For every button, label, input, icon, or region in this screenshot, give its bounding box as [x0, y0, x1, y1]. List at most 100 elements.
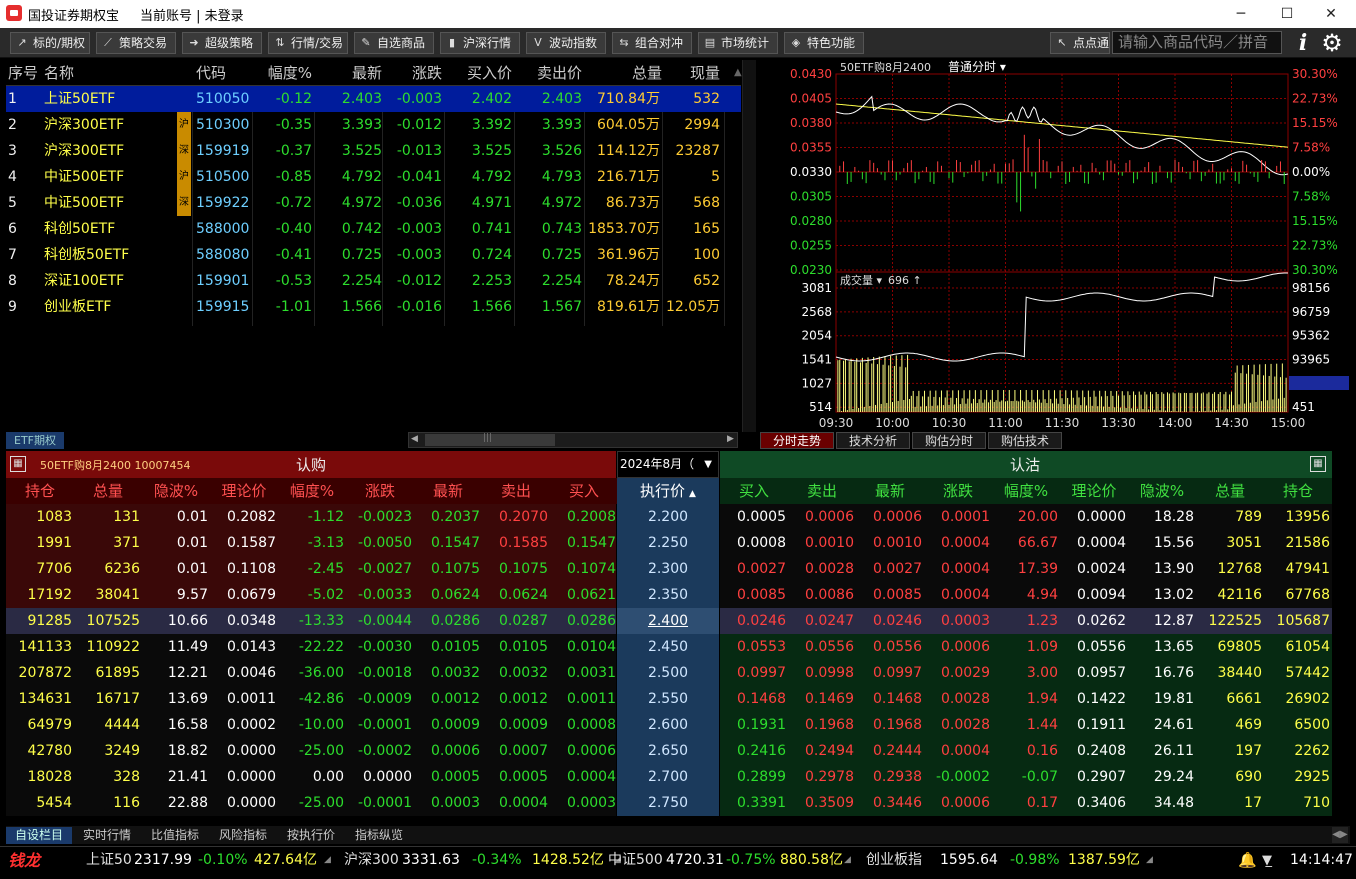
call-col-header[interactable]: 最新 — [414, 478, 482, 504]
put-col-header[interactable]: 总量 — [1196, 478, 1264, 504]
put-row[interactable]: 0.3391 0.3509 0.3446 0.0006 0.17 0.3406 34.48 1… — [720, 790, 1332, 816]
call-col-header[interactable]: 卖出 — [482, 478, 550, 504]
strike-cell[interactable]: 2.750 — [617, 790, 719, 816]
tab-by-strike[interactable]: 按执行价 — [278, 827, 344, 844]
call-col-header[interactable]: 持仓 — [6, 478, 74, 504]
toolbar-strategy-trade-button[interactable]: ⟋ 策略交易 — [96, 32, 176, 54]
call-row[interactable]: 5454 116 22.88 0.0000 -25.00 -0.0001 0.0003 0.0… — [6, 790, 616, 816]
etf-table-row[interactable]: 3 沪深300ETF 159919 -0.37 3.525 -0.013 3.525 3.52… — [6, 138, 741, 164]
col-code[interactable]: 代码 — [196, 60, 240, 86]
strike-cell[interactable]: 2.450 — [617, 634, 719, 660]
put-col-header[interactable]: 理论价 — [1060, 478, 1128, 504]
tab-custom-columns[interactable]: 自设栏目 — [6, 827, 72, 844]
strike-cell[interactable]: 2.250 — [617, 530, 719, 556]
put-row[interactable]: 0.0005 0.0006 0.0006 0.0001 20.00 0.0000 18.28… — [720, 504, 1332, 530]
put-col-header[interactable]: 幅度% — [992, 478, 1060, 504]
put-row[interactable]: 0.2899 0.2978 0.2938 -0.0002 -0.07 0.2907 29.2… — [720, 764, 1332, 790]
strike-cell[interactable]: 2.300 — [617, 556, 719, 582]
call-col-header[interactable]: 理论价 — [210, 478, 278, 504]
col-name[interactable]: 名称 — [44, 60, 104, 86]
chart-mode-select[interactable]: 普通分时 ▾ — [948, 60, 1006, 74]
calculator-icon[interactable]: ▦ — [1310, 456, 1326, 472]
put-col-header[interactable]: 最新 — [856, 478, 924, 504]
diandian-button[interactable]: ↖ 点点通 — [1050, 32, 1110, 54]
intraday-chart-panel[interactable]: 0.0430 30.30% 0.0405 22.73% 0.0380 15.15% 0.03… — [758, 60, 1350, 432]
col-last[interactable]: 最新 — [322, 60, 382, 86]
toolbar-watchlist-button[interactable]: ✎ 自选商品 — [354, 32, 434, 54]
tab-call-intraday[interactable]: 购估分时 — [912, 432, 986, 449]
tab-ratio-indicators[interactable]: 比值指标 — [142, 827, 208, 844]
strike-cell[interactable]: 2.650 — [617, 738, 719, 764]
minimize-button[interactable]: ─ — [1218, 0, 1264, 28]
call-row[interactable]: 141133 110922 11.49 0.0143 -22.22 -0.0030 0.01… — [6, 634, 616, 660]
put-row[interactable]: 0.0553 0.0556 0.0556 0.0006 1.09 0.0556 13.65 6… — [720, 634, 1332, 660]
put-row[interactable]: 0.0085 0.0086 0.0085 0.0004 4.94 0.0094 13.02 4… — [720, 582, 1332, 608]
tab-technical-analysis[interactable]: 技术分析 — [836, 432, 910, 449]
gear-icon[interactable]: ⚙ — [1318, 29, 1346, 57]
put-row[interactable]: 0.0246 0.0247 0.0246 0.0003 1.23 0.0262 12.87 1… — [720, 608, 1332, 634]
tab-intraday[interactable]: 分时走势 — [760, 432, 834, 449]
call-row[interactable]: 18028 328 21.41 0.0000 0.00 0.0000 0.0005 0.000… — [6, 764, 616, 790]
strike-cell[interactable]: 2.500 — [617, 660, 719, 686]
strike-cell[interactable]: 2.600 — [617, 712, 719, 738]
toolbar-volatility-index-button[interactable]: V 波动指数 — [526, 32, 606, 54]
tab-indicator-overview[interactable]: 指标纵览 — [346, 827, 412, 844]
scroll-thumb[interactable]: ||| — [425, 433, 555, 446]
call-col-header[interactable]: 涨跌 — [346, 478, 414, 504]
call-col-header[interactable]: 幅度% — [278, 478, 346, 504]
strike-cell[interactable]: 2.350 — [617, 582, 719, 608]
call-col-header[interactable]: 买入 — [550, 478, 618, 504]
tab-scroll-icon[interactable]: ◀▶ — [1332, 827, 1348, 843]
put-col-header[interactable]: 持仓 — [1264, 478, 1332, 504]
strike-cell[interactable]: 2.550 — [617, 686, 719, 712]
tab-call-technical[interactable]: 购估技术 — [988, 432, 1062, 449]
tab-realtime-quotes[interactable]: 实时行情 — [74, 827, 140, 844]
call-row[interactable]: 64979 4444 16.58 0.0002 -10.00 -0.0001 0.0009 0… — [6, 712, 616, 738]
etf-table-row[interactable]: 6 科创50ETF 588000 -0.40 0.742 -0.003 0.741 0.743… — [6, 216, 741, 242]
put-row[interactable]: 0.0027 0.0028 0.0027 0.0004 17.39 0.0024 13.90… — [720, 556, 1332, 582]
maximize-button[interactable]: ☐ — [1264, 0, 1310, 28]
info-icon[interactable]: i — [1296, 31, 1310, 55]
toolbar-super-strategy-button[interactable]: ➜ 超级策略 — [182, 32, 262, 54]
call-row[interactable]: 91285 107525 10.66 0.0348 -13.33 -0.0044 0.028… — [6, 608, 616, 634]
call-col-header[interactable]: 总量 — [74, 478, 142, 504]
strike-cell[interactable]: 2.400 — [617, 608, 719, 634]
tab-etf-options[interactable]: ETF期权 — [6, 432, 64, 449]
toolbar-special-features-button[interactable]: ◈ 特色功能 — [784, 32, 864, 54]
put-row[interactable]: 0.2416 0.2494 0.2444 0.0004 0.16 0.2408 26.11 1… — [720, 738, 1332, 764]
col-volume[interactable]: 总量 — [592, 60, 662, 86]
close-button[interactable]: ✕ — [1308, 0, 1354, 28]
put-col-header[interactable]: 买入 — [720, 478, 788, 504]
etf-table-vertical-scrollbar[interactable] — [742, 60, 756, 432]
toolbar-hs-market-button[interactable]: ▮ 沪深行情 — [440, 32, 520, 54]
calculator-icon[interactable]: ▦ — [10, 456, 26, 472]
etf-table-row[interactable]: 7 科创板50ETF 588080 -0.41 0.725 -0.003 0.724 0.72… — [6, 242, 741, 268]
col-chg-pct[interactable]: 幅度% — [254, 60, 312, 86]
etf-table-horizontal-scrollbar[interactable]: ◀ ||| ▶ — [408, 432, 738, 448]
search-input[interactable]: 请输入商品代码／拼音 — [1112, 31, 1282, 54]
scroll-right-icon[interactable]: ▶ — [727, 434, 734, 444]
col-index[interactable]: 序号 — [8, 60, 42, 86]
scroll-left-icon[interactable]: ◀ — [411, 434, 418, 444]
toolbar-market-stats-button[interactable]: ▤ 市场统计 — [698, 32, 778, 54]
strike-cell[interactable]: 2.700 — [617, 764, 719, 790]
etf-table-row[interactable]: 4 中证500ETF 510500 -0.85 4.792 -0.041 4.792 4.79… — [6, 164, 741, 190]
toolbar-quote-trade-button[interactable]: ⇅ 行情/交易 — [268, 32, 348, 54]
col-bid[interactable]: 买入价 — [446, 60, 512, 86]
toolbar-portfolio-hedge-button[interactable]: ⇆ 组合对冲 — [612, 32, 692, 54]
put-row[interactable]: 0.1468 0.1469 0.1468 0.0028 1.94 0.1422 19.81 6… — [720, 686, 1332, 712]
strike-col-header[interactable]: 执行价 ▲ — [617, 478, 719, 504]
call-row[interactable]: 7706 6236 0.01 0.1108 -2.45 -0.0027 0.1075 0.10… — [6, 556, 616, 582]
expiry-month-select[interactable]: 2024年8月（18）▼ — [617, 451, 719, 478]
put-col-header[interactable]: 涨跌 — [924, 478, 992, 504]
call-row[interactable]: 17192 38041 9.57 0.0679 -5.02 -0.0033 0.0624 0.… — [6, 582, 616, 608]
etf-table-row[interactable]: 2 沪深300ETF 510300 -0.35 3.393 -0.012 3.392 3.39… — [6, 112, 741, 138]
call-row[interactable]: 207872 61895 12.21 0.0046 -36.00 -0.0018 0.003… — [6, 660, 616, 686]
etf-table-row[interactable]: 8 深证100ETF 159901 -0.53 2.254 -0.012 2.253 2.25… — [6, 268, 741, 294]
call-row[interactable]: 1991 371 0.01 0.1587 -3.13 -0.0050 0.1547 0.158… — [6, 530, 616, 556]
account-status[interactable]: 当前账号 | 未登录 — [140, 5, 244, 24]
etf-table-row[interactable]: 5 中证500ETF 159922 -0.72 4.972 -0.036 4.971 4.97… — [6, 190, 741, 216]
call-col-header[interactable]: 隐波% — [142, 478, 210, 504]
put-col-header[interactable]: 卖出 — [788, 478, 856, 504]
put-row[interactable]: 0.1931 0.1968 0.1968 0.0028 1.44 0.1911 24.61 4… — [720, 712, 1332, 738]
